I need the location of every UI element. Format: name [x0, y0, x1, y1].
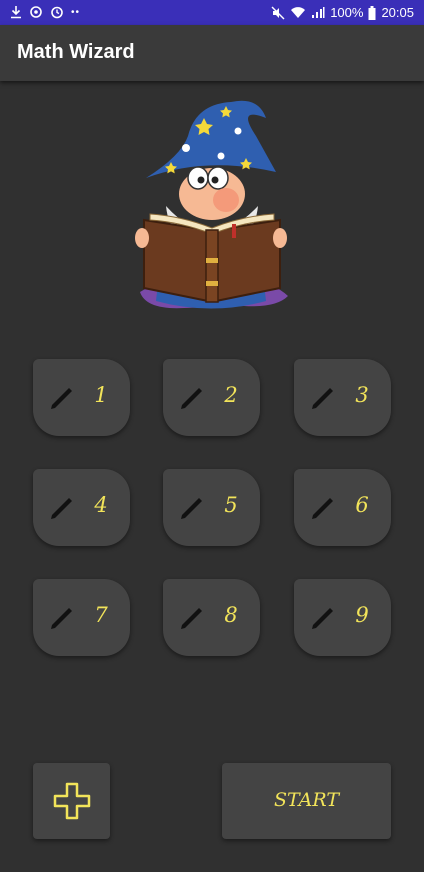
start-button-label: START: [273, 789, 339, 811]
plus-icon: [53, 782, 91, 820]
app-bar: Math Wizard: [0, 25, 424, 81]
pencil-icon: [312, 498, 333, 519]
start-button[interactable]: START: [222, 763, 391, 839]
level-number: 8: [224, 603, 238, 627]
signal-icon: [312, 7, 325, 18]
level-number: 9: [355, 603, 369, 627]
more-dots-icon: ••: [71, 6, 81, 18]
level-button-1[interactable]: 1: [33, 359, 130, 436]
battery-icon: [368, 5, 376, 20]
pencil-icon: [51, 388, 72, 409]
level-number: 7: [94, 603, 108, 627]
operation-button[interactable]: [33, 763, 110, 839]
status-bar-notifications: ••: [10, 5, 80, 19]
level-number: 6: [355, 493, 369, 517]
level-button-6[interactable]: 6: [294, 469, 391, 546]
level-button-4[interactable]: 4: [33, 469, 130, 546]
app-title: Math Wizard: [17, 41, 135, 63]
pencil-icon: [312, 388, 333, 409]
download-icon: [11, 6, 21, 19]
status-bar: •• 100% 20:05: [0, 0, 424, 25]
wizard-illustration: [135, 100, 288, 309]
level-button-3[interactable]: 3: [294, 359, 391, 436]
battery-percent: 100%: [330, 5, 364, 20]
level-button-7[interactable]: 7: [33, 579, 130, 656]
mute-icon: [271, 6, 285, 19]
level-number: 2: [224, 383, 238, 407]
level-button-2[interactable]: 2: [163, 359, 260, 436]
status-bar-system: 100% 20:05: [271, 5, 414, 20]
pencil-icon: [51, 498, 72, 519]
level-number: 5: [224, 493, 238, 517]
pencil-icon: [51, 608, 72, 629]
pencil-icon: [312, 608, 333, 629]
pencil-icon: [181, 608, 202, 629]
level-number: 3: [355, 383, 369, 407]
pencil-icon: [181, 498, 202, 519]
level-button-9[interactable]: 9: [294, 579, 391, 656]
wifi-icon: [291, 7, 306, 18]
level-number: 1: [94, 383, 108, 407]
level-number: 4: [94, 493, 108, 517]
pencil-icon: [181, 388, 202, 409]
clock: 20:05: [381, 5, 414, 20]
timer-icon: [51, 6, 63, 19]
level-button-5[interactable]: 5: [163, 469, 260, 546]
level-button-8[interactable]: 8: [163, 579, 260, 656]
sync-icon: [30, 6, 42, 18]
